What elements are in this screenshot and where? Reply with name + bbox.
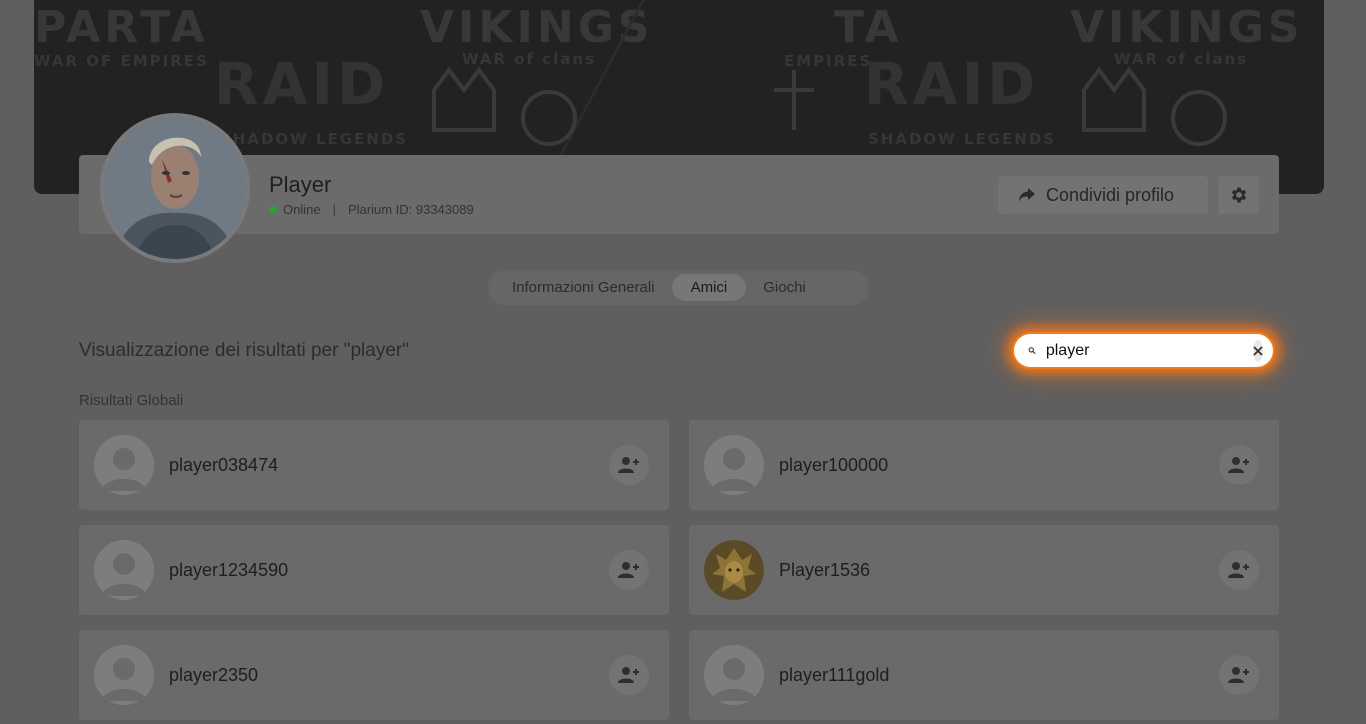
tab-friends[interactable]: Amici	[671, 274, 747, 301]
add-user-icon	[618, 562, 639, 578]
user-avatar-default	[94, 645, 154, 705]
profile-tabs: Informazioni Generali Amici Giochi	[488, 270, 869, 305]
search-results-title: Visualizzazione dei risultati per "playe…	[79, 340, 409, 361]
status-separator: |	[332, 202, 336, 217]
clear-search-button[interactable]	[1252, 339, 1263, 362]
share-arrow-icon	[1019, 188, 1035, 202]
add-friend-button[interactable]	[609, 550, 649, 590]
user-result-card[interactable]: player1234590	[79, 525, 669, 615]
add-user-icon	[618, 457, 639, 473]
add-friend-button[interactable]	[609, 445, 649, 485]
add-friend-button[interactable]	[1219, 550, 1259, 590]
user-name: Player1536	[779, 559, 871, 580]
add-user-icon	[1228, 457, 1249, 473]
tab-games[interactable]: Giochi	[750, 274, 819, 301]
user-avatar-default	[704, 435, 764, 495]
add-friend-button[interactable]	[1219, 655, 1259, 695]
user-result-card[interactable]: Player1536	[689, 525, 1279, 615]
global-results-label: Risultati Globali	[79, 392, 184, 409]
user-result-card[interactable]: player100000	[689, 420, 1279, 510]
share-profile-button[interactable]: Condividi profilo	[998, 176, 1208, 214]
share-profile-label: Condividi profilo	[1046, 184, 1175, 205]
online-status: Online	[283, 202, 321, 217]
user-result-card[interactable]: player038474	[79, 420, 669, 510]
profile-status-line: Online | Plarium ID: 93343089	[269, 202, 474, 217]
user-avatar-default	[94, 435, 154, 495]
user-avatar-default	[94, 540, 154, 600]
search-input[interactable]	[1045, 341, 1253, 360]
user-result-card[interactable]: player2350	[79, 630, 669, 720]
profile-avatar	[100, 113, 250, 263]
friend-search-box	[1012, 332, 1275, 369]
tab-general-info[interactable]: Informazioni Generali	[499, 274, 668, 301]
add-user-icon	[1228, 667, 1249, 683]
user-avatar-default	[704, 645, 764, 705]
add-user-icon	[1228, 562, 1249, 578]
user-name: player038474	[169, 454, 279, 475]
plarium-id: Plarium ID: 93343089	[347, 202, 474, 217]
search-icon	[1028, 347, 1036, 354]
close-icon	[1253, 345, 1263, 356]
settings-button[interactable]	[1218, 176, 1259, 214]
user-avatar-custom	[704, 540, 764, 600]
user-name: player2350	[169, 664, 259, 685]
user-name: player1234590	[169, 559, 289, 580]
user-name: player111gold	[779, 664, 890, 685]
profile-name: Player	[269, 172, 332, 197]
add-friend-button[interactable]	[609, 655, 649, 695]
user-name: player100000	[779, 454, 889, 475]
online-status-dot	[269, 205, 277, 214]
add-user-icon	[618, 667, 639, 683]
add-friend-button[interactable]	[1219, 445, 1259, 485]
gear-icon	[1231, 187, 1246, 203]
user-result-card[interactable]: player111gold	[689, 630, 1279, 720]
